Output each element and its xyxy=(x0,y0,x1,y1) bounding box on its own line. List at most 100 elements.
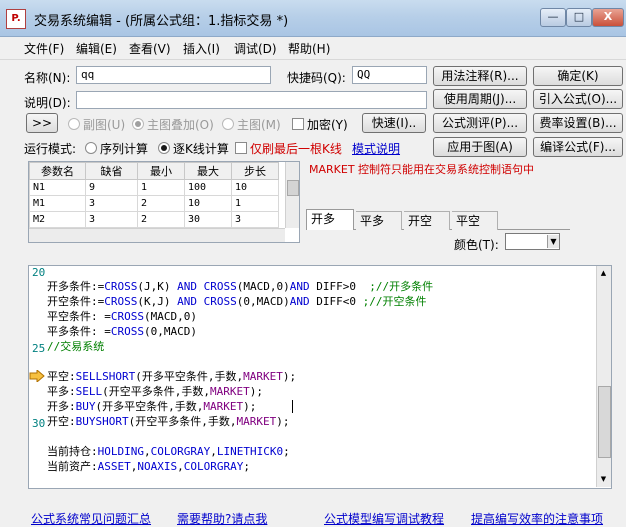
table-cell[interactable]: N1 xyxy=(29,179,86,196)
formula-test-button[interactable]: 公式测评(P)... xyxy=(433,113,527,133)
code-token: NOAXIS xyxy=(137,460,178,473)
quick-button[interactable]: 快速(I).. xyxy=(362,113,426,133)
radio-subchart[interactable]: 副图(U) xyxy=(68,116,125,133)
footer-link-faq[interactable]: 公式系统常见问题汇总 xyxy=(31,510,151,527)
menu-insert[interactable]: 插入(I) xyxy=(183,40,220,57)
table-horizontal-scrollbar[interactable] xyxy=(29,228,285,242)
code-line[interactable]: //交易系统 xyxy=(47,339,104,354)
code-line[interactable]: 平多条件: =CROSS(0,MACD) xyxy=(47,324,197,339)
apply-to-chart-button[interactable]: 应用于图(A) xyxy=(433,137,527,157)
code-editor[interactable]: 20 25 30 开多条件:=CROSS(J,K) AND CROSS(MACD… xyxy=(28,265,612,489)
footer-link-tutorial[interactable]: 公式模型编写调试教程 xyxy=(324,510,444,527)
table-cell[interactable]: 2 xyxy=(137,211,185,228)
code-token: LINETHICK0 xyxy=(216,445,284,458)
footer-link-tips[interactable]: 提高编写效率的注意事项 xyxy=(471,510,603,527)
code-line[interactable]: 平空:SELLSHORT(开多平空条件,手数,MARKET); xyxy=(47,369,296,384)
shortcut-input[interactable]: QQ xyxy=(352,66,427,84)
table-cell[interactable]: M2 xyxy=(29,211,86,228)
chevron-down-icon[interactable]: ▼ xyxy=(547,235,559,248)
code-line[interactable]: 开空条件:=CROSS(K,J) AND CROSS(0,MACD)AND DI… xyxy=(47,294,426,309)
menu-help[interactable]: 帮助(H) xyxy=(288,40,330,57)
table-row[interactable]: M2 3 2 30 3 xyxy=(29,211,279,228)
code-text-area[interactable]: 开多条件:=CROSS(J,K) AND CROSS(MACD,0)AND DI… xyxy=(47,279,592,479)
table-cell[interactable]: 9 xyxy=(85,179,138,196)
table-cell[interactable]: 1 xyxy=(231,195,279,212)
close-button[interactable]: X xyxy=(592,8,624,27)
table-cell[interactable]: 2 xyxy=(137,195,185,212)
radio-sequence-label: 序列计算 xyxy=(100,142,149,156)
table-row[interactable]: N1 9 1 100 10 xyxy=(29,179,279,196)
table-cell[interactable]: 10 xyxy=(231,179,279,196)
use-period-button[interactable]: 使用周期(J)... xyxy=(433,89,527,109)
tab-close-short[interactable]: 平空 xyxy=(452,211,498,230)
column-header[interactable]: 最大 xyxy=(184,162,232,180)
mode-help-link[interactable]: 模式说明 xyxy=(352,140,400,157)
minimize-button[interactable]: — xyxy=(540,8,566,27)
code-token: AND xyxy=(177,280,197,293)
column-header[interactable]: 参数名 xyxy=(29,162,86,180)
usage-note-button[interactable]: 用法注释(R)... xyxy=(433,66,527,86)
table-cell[interactable]: 30 xyxy=(184,211,232,228)
radio-overlay[interactable]: 主图叠加(O) xyxy=(132,116,214,133)
table-cell[interactable]: M1 xyxy=(29,195,86,212)
table-cell[interactable]: 3 xyxy=(85,211,138,228)
code-line[interactable]: 开多条件:=CROSS(J,K) AND CROSS(MACD,0)AND DI… xyxy=(47,279,433,294)
ok-button[interactable]: 确定(K) xyxy=(533,66,623,86)
code-token: ; xyxy=(243,460,250,473)
menu-edit[interactable]: 编辑(E) xyxy=(76,40,117,57)
editor-vertical-scrollbar[interactable]: ▲ ▼ xyxy=(596,266,611,487)
code-line[interactable]: 开空:BUYSHORT(开空平多条件,手数,MARKET); xyxy=(47,414,289,429)
scroll-down-icon[interactable]: ▼ xyxy=(598,473,609,485)
table-vertical-scrollbar[interactable] xyxy=(285,162,299,228)
column-header[interactable]: 步长 xyxy=(231,162,279,180)
scroll-up-icon[interactable]: ▲ xyxy=(598,267,609,279)
table-cell[interactable]: 3 xyxy=(231,211,279,228)
radio-main[interactable]: 主图(M) xyxy=(222,116,281,133)
code-token: (开多平空条件,手数, xyxy=(135,370,244,383)
menu-view[interactable]: 查看(V) xyxy=(129,40,171,57)
code-line[interactable]: 平空条件: =CROSS(MACD,0) xyxy=(47,309,197,324)
code-line[interactable]: 当前资产:ASSET,NOAXIS,COLORGRAY; xyxy=(47,459,250,474)
editor-scroll-thumb[interactable] xyxy=(598,386,611,458)
code-line[interactable]: 当前持仓:HOLDING,COLORGRAY,LINETHICK0; xyxy=(47,444,290,459)
code-token: (0,MACD) xyxy=(236,295,290,308)
radio-sequence[interactable]: 序列计算 xyxy=(85,140,148,157)
maximize-button[interactable]: □ xyxy=(566,8,592,27)
parameter-table[interactable]: 参数名 缺省 最小 最大 步长 N1 9 1 100 10 M1 3 2 10 … xyxy=(28,161,300,243)
encrypt-label: 加密(Y) xyxy=(307,118,348,132)
tab-open-short[interactable]: 开空 xyxy=(404,211,450,230)
code-line[interactable]: 开多:BUY(开多平空条件,手数,MARKET); xyxy=(47,399,256,414)
import-formula-button[interactable]: 引入公式(O)... xyxy=(533,89,623,109)
expand-button[interactable]: >> xyxy=(26,113,58,133)
table-cell[interactable]: 1 xyxy=(137,179,185,196)
code-line[interactable]: 平多:SELL(开空平多条件,手数,MARKET); xyxy=(47,384,263,399)
encrypt-checkbox[interactable]: 加密(Y) xyxy=(292,116,348,133)
table-row[interactable]: M1 3 2 10 1 xyxy=(29,195,279,212)
fee-settings-button[interactable]: 费率设置(B)... xyxy=(533,113,623,133)
code-token: (开多平空条件,手数, xyxy=(95,400,204,413)
description-label: 说明(D): xyxy=(24,96,71,110)
run-mode-label: 运行模式: xyxy=(24,142,77,156)
color-picker[interactable]: ▼ xyxy=(505,233,560,250)
name-input[interactable]: qq xyxy=(76,66,271,84)
radio-tick[interactable]: 逐K线计算 xyxy=(158,140,229,157)
footer-link-help[interactable]: 需要帮助?请点我 xyxy=(177,510,267,527)
column-header[interactable]: 缺省 xyxy=(85,162,138,180)
table-cell[interactable]: 3 xyxy=(85,195,138,212)
table-cell[interactable]: 10 xyxy=(184,195,232,212)
menu-file[interactable]: 文件(F) xyxy=(24,40,64,57)
description-input[interactable] xyxy=(76,91,427,109)
menu-debug[interactable]: 调试(D) xyxy=(234,40,277,57)
line-number: 25 xyxy=(32,342,46,355)
tab-open-long[interactable]: 开多 xyxy=(306,209,354,230)
title-bar[interactable]: P. 交易系统编辑 - (所属公式组：1.指标交易 *) — □ X xyxy=(0,0,626,37)
last-bar-checkbox[interactable]: 仅刷最后一根K线 xyxy=(235,140,342,157)
table-scroll-thumb[interactable] xyxy=(287,180,299,196)
table-header-row: 参数名 缺省 最小 最大 步长 xyxy=(29,162,279,180)
code-token: CROSS xyxy=(203,295,237,308)
compile-formula-button[interactable]: 编译公式(F)... xyxy=(533,137,623,157)
table-cell[interactable]: 100 xyxy=(184,179,232,196)
tab-close-long[interactable]: 平多 xyxy=(356,211,402,230)
radio-main-label: 主图(M) xyxy=(237,118,281,132)
column-header[interactable]: 最小 xyxy=(137,162,185,180)
